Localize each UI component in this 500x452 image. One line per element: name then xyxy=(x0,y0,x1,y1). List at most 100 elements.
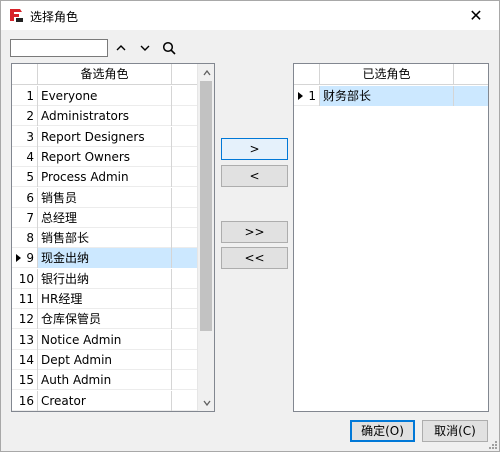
search-icon xyxy=(162,41,176,55)
row-index: 2 xyxy=(12,106,38,127)
add-selected-button[interactable]: > xyxy=(221,138,288,160)
search-next-button[interactable] xyxy=(134,38,156,58)
row-extra-cell xyxy=(172,391,198,411)
table-row[interactable]: 1 财务部长 xyxy=(294,86,488,106)
row-index: 11 xyxy=(12,289,38,309)
row-role-name: Dept Admin xyxy=(38,349,172,370)
grid-header: 备选角色 xyxy=(12,64,198,85)
row-extra-cell xyxy=(172,188,198,208)
header-extra-cell xyxy=(454,64,488,85)
header-extra-cell xyxy=(172,64,198,85)
app-logo-icon xyxy=(8,7,24,23)
header-selected-roles[interactable]: 已选角色 xyxy=(320,64,454,85)
close-button[interactable]: ✕ xyxy=(453,1,499,30)
row-role-name: 仓库保管员 xyxy=(38,309,172,330)
row-role-name: 总经理 xyxy=(38,207,172,228)
chevron-up-icon xyxy=(116,45,126,51)
row-index: 16 xyxy=(12,390,38,411)
search-prev-button[interactable] xyxy=(110,38,132,58)
table-row[interactable]: 9 现金出纳 xyxy=(12,248,198,269)
table-row[interactable]: 3 Report Designers xyxy=(12,126,198,147)
row-extra-cell xyxy=(172,106,198,126)
row-index: 6 xyxy=(12,187,38,208)
grid-header: 已选角色 xyxy=(294,64,488,85)
table-row[interactable]: 5 Process Admin xyxy=(12,167,198,188)
cancel-button[interactable]: 取消(C) xyxy=(422,420,488,442)
resize-grip-icon[interactable] xyxy=(487,439,497,449)
row-extra-cell xyxy=(172,309,198,329)
row-index: 1 xyxy=(294,86,320,106)
row-extra-cell xyxy=(172,208,198,228)
table-row[interactable]: 1 Everyone xyxy=(12,86,198,106)
select-role-dialog: 选择角色 ✕ 备选角色 1 Everyone 2 Administrators 3 Rep… xyxy=(0,0,500,452)
selected-roles-grid[interactable]: 已选角色 1 财务部长 xyxy=(293,63,489,412)
row-extra-cell xyxy=(172,167,198,187)
row-extra-cell xyxy=(172,370,198,390)
row-extra-cell xyxy=(172,330,198,350)
row-index: 1 xyxy=(12,86,38,106)
row-role-name: HR经理 xyxy=(38,289,172,309)
table-row[interactable]: 13 Notice Admin xyxy=(12,329,198,350)
row-extra-cell xyxy=(454,86,488,106)
close-icon: ✕ xyxy=(469,6,483,25)
chevron-down-icon xyxy=(140,45,150,51)
row-index: 14 xyxy=(12,349,38,370)
row-role-name: Administrators xyxy=(38,106,172,127)
table-row[interactable]: 7 总经理 xyxy=(12,207,198,228)
table-row[interactable]: 6 销售员 xyxy=(12,187,198,208)
table-row[interactable]: 11 HR经理 xyxy=(12,289,198,309)
table-row[interactable]: 4 Report Owners xyxy=(12,146,198,167)
header-available-roles[interactable]: 备选角色 xyxy=(38,64,172,85)
row-extra-cell xyxy=(172,147,198,167)
row-role-name: Process Admin xyxy=(38,167,172,188)
row-extra-cell xyxy=(172,86,198,106)
row-index: 13 xyxy=(12,329,38,350)
row-role-name: Everyone xyxy=(38,86,172,106)
row-extra-cell xyxy=(172,248,198,269)
add-all-button[interactable]: >> xyxy=(221,221,288,243)
row-role-name: Auth Admin xyxy=(38,370,172,391)
scroll-up-icon xyxy=(202,69,211,76)
title-bar: 选择角色 ✕ xyxy=(1,1,499,30)
table-row[interactable]: 14 Dept Admin xyxy=(12,349,198,370)
available-roles-grid[interactable]: 备选角色 1 Everyone 2 Administrators 3 Report Des… xyxy=(11,63,215,412)
scroll-up-button[interactable] xyxy=(198,64,214,81)
row-index: 8 xyxy=(12,228,38,249)
row-index: 3 xyxy=(12,126,38,147)
search-input[interactable] xyxy=(10,39,108,57)
row-index: 12 xyxy=(12,309,38,330)
row-index: 7 xyxy=(12,207,38,228)
table-row[interactable]: 12 仓库保管员 xyxy=(12,309,198,330)
header-index-cell xyxy=(294,64,320,85)
row-role-name: Notice Admin xyxy=(38,329,172,350)
scroll-down-icon xyxy=(202,400,211,407)
row-role-name: 现金出纳 xyxy=(38,248,172,269)
row-role-name: Report Owners xyxy=(38,146,172,167)
row-extra-cell xyxy=(172,289,198,309)
table-row[interactable]: 2 Administrators xyxy=(12,106,198,127)
remove-selected-button[interactable]: < xyxy=(221,165,288,187)
ok-button[interactable]: 确定(O) xyxy=(350,420,415,442)
table-row[interactable]: 10 银行出纳 xyxy=(12,268,198,289)
row-index: 5 xyxy=(12,167,38,188)
table-row[interactable]: 16 Creator xyxy=(12,390,198,411)
scrollbar-thumb[interactable] xyxy=(200,81,212,331)
row-role-name: 财务部长 xyxy=(320,86,454,106)
scroll-down-button[interactable] xyxy=(198,394,214,411)
table-row[interactable]: 15 Auth Admin xyxy=(12,370,198,391)
search-button[interactable] xyxy=(158,38,180,58)
row-index: 9 xyxy=(12,248,38,269)
row-extra-cell xyxy=(172,350,198,370)
row-extra-cell xyxy=(172,228,198,248)
row-role-name: 销售员 xyxy=(38,187,172,208)
row-index: 4 xyxy=(12,146,38,167)
window-title: 选择角色 xyxy=(30,10,79,24)
row-role-name: 银行出纳 xyxy=(38,268,172,289)
table-row[interactable]: 8 销售部长 xyxy=(12,228,198,249)
row-role-name: Report Designers xyxy=(38,126,172,147)
row-index: 15 xyxy=(12,370,38,391)
row-index: 10 xyxy=(12,268,38,289)
row-role-name: Creator xyxy=(38,390,172,411)
remove-all-button[interactable]: << xyxy=(221,247,288,269)
vertical-scrollbar[interactable] xyxy=(197,64,214,411)
